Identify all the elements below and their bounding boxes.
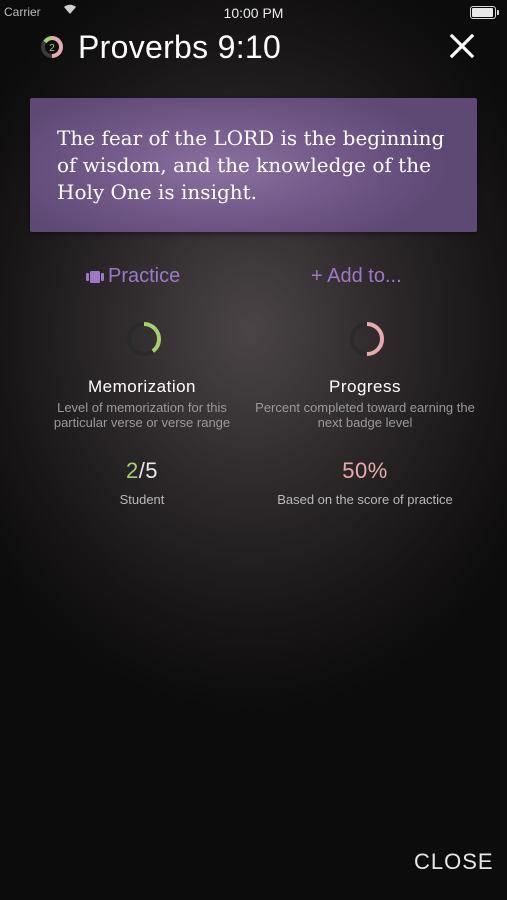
progress-value: 50% [342,458,388,483]
battery-icon [470,6,499,19]
close-icon[interactable] [446,30,478,62]
verse-text: The fear of the LORD is the beginning of… [57,126,445,204]
add-to-button[interactable]: + Add to... [311,265,402,288]
header: 2 Proverbs 9:10 [0,24,507,72]
verse-badge-icon: 2 [40,33,64,61]
close-button[interactable]: CLOSE [414,849,494,875]
status-time: 10:00 PM [223,5,284,21]
progress-title: Progress [328,377,402,396]
memorization-title: Memorization [87,377,197,396]
verse-card: The fear of the LORD is the beginning of… [30,98,477,232]
practice-label: Practice [108,265,181,287]
page-title: Proverbs 9:10 [78,29,282,65]
status-bar: Carrier 10:00 PM [0,0,507,26]
progress-description: Percent completed toward earning the nex… [255,400,475,430]
memorization-description: Level of memorization for this particula… [53,400,231,430]
memorization-level-name: Student [119,492,165,507]
cards-icon [86,267,104,290]
badge-number: 2 [49,43,55,54]
memorization-level: 2/5 [32,458,252,484]
memorization-level-max: /5 [138,458,159,483]
memorization-ring [125,320,163,358]
progress-note: Based on the score of practice [277,492,453,507]
memorization-level-value: 2 [125,458,139,483]
practice-button[interactable]: Practice [86,265,180,290]
progress-ring [348,320,386,358]
